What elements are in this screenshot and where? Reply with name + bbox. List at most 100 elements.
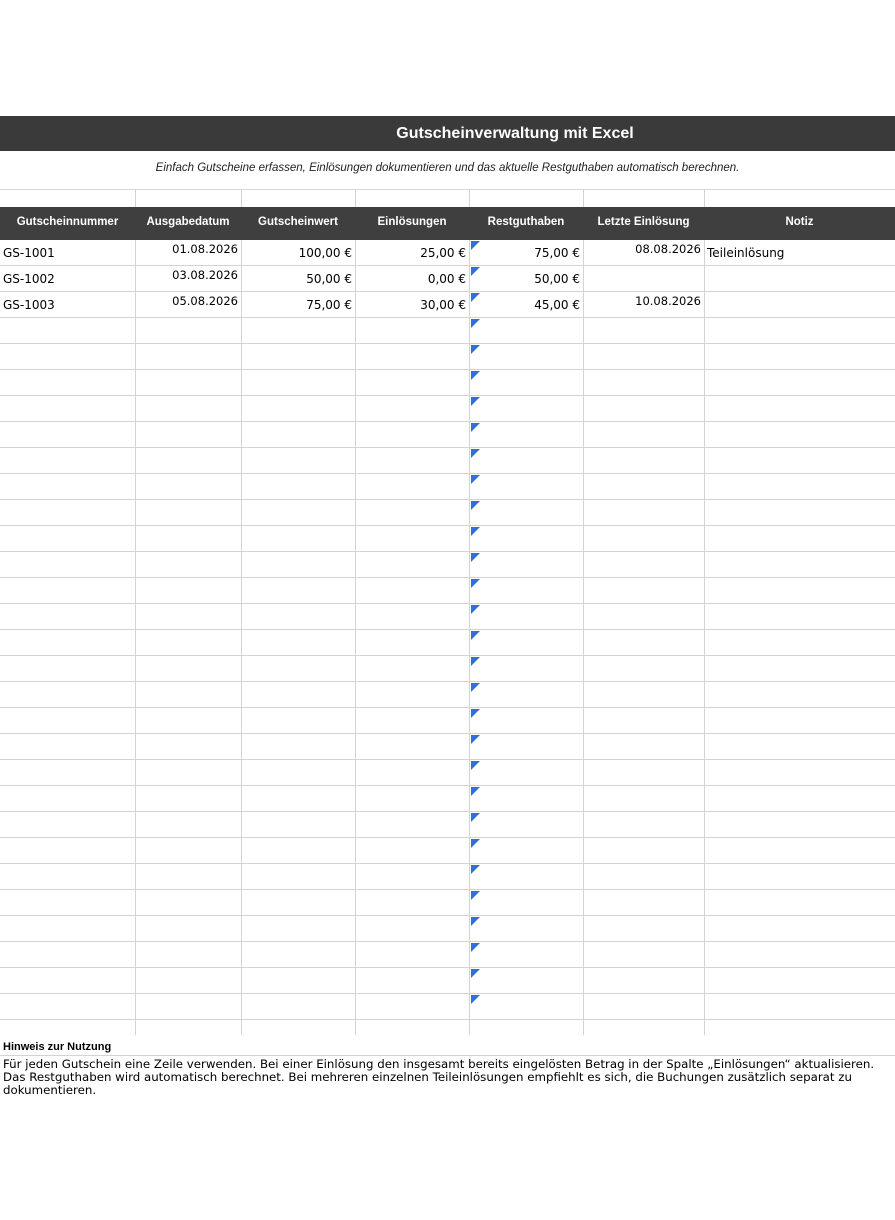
cell-einloesungen[interactable] <box>355 474 469 500</box>
cell-gutscheinnummer[interactable] <box>0 370 135 396</box>
cell-restguthaben[interactable]: 45,00 € <box>469 292 583 318</box>
cell-gutscheinnummer[interactable] <box>0 604 135 630</box>
cell-notiz[interactable] <box>704 474 895 500</box>
comment-indicator-icon[interactable] <box>471 891 480 900</box>
cell-notiz[interactable] <box>704 318 895 344</box>
cell-einloesungen[interactable]: 0,00 € <box>355 266 469 292</box>
cell-restguthaben[interactable]: 50,00 € <box>469 266 583 292</box>
header-restguthaben[interactable]: Restguthaben <box>469 207 583 240</box>
cell-gutscheinnummer[interactable] <box>0 838 135 864</box>
comment-indicator-icon[interactable] <box>471 709 480 718</box>
cell-ausgabedatum[interactable] <box>135 864 241 890</box>
cell-gutscheinwert[interactable]: 75,00 € <box>241 292 355 318</box>
cell-ausgabedatum[interactable] <box>135 604 241 630</box>
cell-ausgabedatum[interactable] <box>135 760 241 786</box>
cell-gutscheinwert[interactable] <box>241 734 355 760</box>
cell-restguthaben[interactable] <box>469 838 583 864</box>
cell-ausgabedatum[interactable] <box>135 552 241 578</box>
cell-letzte-einloesung[interactable] <box>583 942 704 968</box>
cell-gutscheinwert[interactable] <box>241 552 355 578</box>
cell-gutscheinwert[interactable] <box>241 370 355 396</box>
spacer-row[interactable] <box>0 189 895 208</box>
cell-ausgabedatum[interactable] <box>135 448 241 474</box>
cell-notiz[interactable] <box>704 396 895 422</box>
cell-notiz[interactable] <box>704 786 895 812</box>
cell-ausgabedatum[interactable] <box>135 994 241 1020</box>
cell-letzte-einloesung[interactable] <box>583 526 704 552</box>
cell-restguthaben[interactable] <box>469 786 583 812</box>
cell-notiz[interactable] <box>704 812 895 838</box>
cell-gutscheinnummer[interactable] <box>0 760 135 786</box>
cell-restguthaben[interactable] <box>469 578 583 604</box>
cell-letzte-einloesung[interactable] <box>583 890 704 916</box>
cell-restguthaben[interactable] <box>469 708 583 734</box>
cell-gutscheinwert[interactable] <box>241 656 355 682</box>
cell-restguthaben[interactable] <box>469 630 583 656</box>
cell-restguthaben[interactable] <box>469 812 583 838</box>
cell-einloesungen[interactable] <box>355 786 469 812</box>
cell-notiz[interactable] <box>704 734 895 760</box>
cell-einloesungen[interactable] <box>355 396 469 422</box>
cell-letzte-einloesung[interactable] <box>583 604 704 630</box>
cell-gutscheinwert[interactable] <box>241 318 355 344</box>
cell-restguthaben[interactable] <box>469 864 583 890</box>
comment-indicator-icon[interactable] <box>471 501 480 510</box>
header-notiz[interactable]: Notiz <box>704 207 895 240</box>
comment-indicator-icon[interactable] <box>471 527 480 536</box>
cell-gutscheinnummer[interactable] <box>0 630 135 656</box>
cell-gutscheinnummer[interactable] <box>0 682 135 708</box>
cell-einloesungen[interactable] <box>355 838 469 864</box>
cell-gutscheinnummer[interactable] <box>0 916 135 942</box>
cell-letzte-einloesung[interactable]: 10.08.2026 <box>583 292 704 318</box>
sheet-subtitle[interactable]: Einfach Gutscheine erfassen, Einlösungen… <box>0 151 895 189</box>
cell-notiz[interactable] <box>704 994 895 1020</box>
cell-einloesungen[interactable] <box>355 734 469 760</box>
cell-gutscheinwert[interactable] <box>241 604 355 630</box>
cell-gutscheinwert[interactable] <box>241 578 355 604</box>
header-gutscheinwert[interactable]: Gutscheinwert <box>241 207 355 240</box>
cell-restguthaben[interactable] <box>469 916 583 942</box>
cell-letzte-einloesung[interactable] <box>583 448 704 474</box>
cell-gutscheinwert[interactable] <box>241 890 355 916</box>
comment-indicator-icon[interactable] <box>471 735 480 744</box>
cell-einloesungen[interactable] <box>355 448 469 474</box>
cell-gutscheinwert[interactable] <box>241 786 355 812</box>
header-ausgabedatum[interactable]: Ausgabedatum <box>135 207 241 240</box>
cell-letzte-einloesung[interactable] <box>583 838 704 864</box>
cell-notiz[interactable] <box>704 448 895 474</box>
cell-gutscheinnummer[interactable] <box>0 734 135 760</box>
cell-gutscheinnummer[interactable] <box>0 708 135 734</box>
cell-ausgabedatum[interactable]: 03.08.2026 <box>135 266 241 292</box>
cell-letzte-einloesung[interactable] <box>583 968 704 994</box>
comment-indicator-icon[interactable] <box>471 683 480 692</box>
cell-gutscheinnummer[interactable] <box>0 344 135 370</box>
cell-notiz[interactable] <box>704 604 895 630</box>
cell-gutscheinwert[interactable] <box>241 708 355 734</box>
cell-notiz[interactable] <box>704 890 895 916</box>
cell-einloesungen[interactable]: 30,00 € <box>355 292 469 318</box>
cell-ausgabedatum[interactable]: 01.08.2026 <box>135 240 241 266</box>
comment-indicator-icon[interactable] <box>471 761 480 770</box>
cell-letzte-einloesung[interactable] <box>583 266 704 292</box>
comment-indicator-icon[interactable] <box>471 787 480 796</box>
comment-indicator-icon[interactable] <box>471 995 480 1004</box>
cell-letzte-einloesung[interactable] <box>583 812 704 838</box>
cell-restguthaben[interactable] <box>469 318 583 344</box>
cell-gutscheinnummer[interactable] <box>0 812 135 838</box>
cell-letzte-einloesung[interactable] <box>583 916 704 942</box>
cell-restguthaben[interactable] <box>469 968 583 994</box>
comment-indicator-icon[interactable] <box>471 293 480 302</box>
cell-ausgabedatum[interactable] <box>135 578 241 604</box>
cell-letzte-einloesung[interactable] <box>583 396 704 422</box>
cell-letzte-einloesung[interactable] <box>583 474 704 500</box>
cell-gutscheinwert[interactable] <box>241 344 355 370</box>
cell-gutscheinwert[interactable] <box>241 838 355 864</box>
header-gutscheinnummer[interactable]: Gutscheinnummer <box>0 207 135 240</box>
cell-restguthaben[interactable] <box>469 552 583 578</box>
cell-gutscheinnummer[interactable] <box>0 500 135 526</box>
cell-ausgabedatum[interactable] <box>135 526 241 552</box>
cell-gutscheinwert[interactable] <box>241 682 355 708</box>
cell-notiz[interactable] <box>704 656 895 682</box>
cell-gutscheinwert[interactable]: 50,00 € <box>241 266 355 292</box>
cell-restguthaben[interactable] <box>469 396 583 422</box>
